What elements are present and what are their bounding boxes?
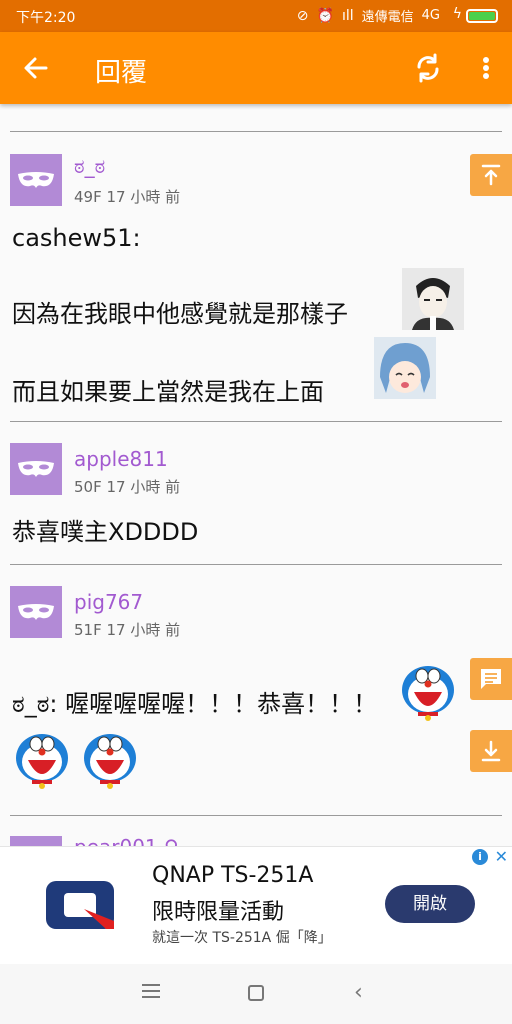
- signal-icon: ıll: [341, 7, 354, 24]
- menu-icon[interactable]: [142, 984, 160, 1002]
- ad-title: QNAP TS-251A: [152, 863, 314, 888]
- comment-icon: [481, 669, 501, 689]
- sticker-image: [402, 666, 454, 721]
- ad-subtitle: 限時限量活動: [152, 900, 285, 925]
- comment-button[interactable]: [470, 658, 512, 700]
- reply-feed[interactable]: ಠ_ಠ 49F 17 小時 前 cashew51: 因為在我眼中他感覺就是那樣子…: [0, 104, 512, 846]
- home-icon[interactable]: [248, 985, 264, 1001]
- data-off-icon: ⊘: [296, 7, 309, 24]
- avatar[interactable]: [10, 836, 62, 846]
- sticker-image: [16, 734, 68, 789]
- status-time: 下午2:20: [16, 10, 76, 26]
- divider: [10, 131, 502, 132]
- avatar[interactable]: [10, 154, 62, 206]
- post-meta: 50F 17 小時 前: [74, 478, 181, 496]
- status-bar: 下午2:20 ⊘ ⏰ ıll 遠傳電信 4G ϟ: [0, 0, 512, 32]
- arrow-to-top-icon: [481, 164, 501, 186]
- arrow-to-bottom-icon: [481, 740, 501, 762]
- post-text: 因為在我眼中他感覺就是那樣子: [12, 300, 348, 328]
- mask-icon: [18, 172, 54, 188]
- username[interactable]: apple811: [74, 447, 168, 471]
- mask-icon: [18, 461, 54, 477]
- app-bar: 回覆: [0, 32, 512, 104]
- sticker-image: [84, 734, 136, 789]
- system-nav-bar: ‹: [0, 964, 512, 1024]
- charging-icon: ϟ: [452, 6, 462, 22]
- post-text: 恭喜噗主XDDDD: [12, 518, 199, 546]
- post-text: 而且如果要上當然是我在上面: [12, 378, 324, 406]
- divider: [10, 421, 502, 422]
- username[interactable]: ಠ_ಠ: [74, 154, 105, 178]
- ad-description: 就這一次 TS-251A 倔「降」: [152, 930, 332, 946]
- back-button[interactable]: [18, 50, 54, 86]
- avatar[interactable]: [10, 443, 62, 495]
- more-vertical-icon: [483, 57, 489, 79]
- ad-info-icon[interactable]: i: [472, 849, 488, 865]
- battery-level: [469, 12, 495, 20]
- more-options-button[interactable]: [474, 50, 498, 86]
- divider: [10, 815, 502, 816]
- divider: [10, 564, 502, 565]
- scroll-to-bottom-button[interactable]: [470, 730, 512, 772]
- ad-open-button[interactable]: 開啟: [385, 885, 475, 923]
- ad-banner[interactable]: QNAP TS-251A 限時限量活動 就這一次 TS-251A 倔「降」 開啟…: [0, 846, 512, 964]
- qnap-logo: [46, 881, 114, 929]
- arrow-left-icon: [24, 57, 48, 79]
- post-meta: 51F 17 小時 前: [74, 621, 181, 639]
- page-title: 回覆: [95, 58, 148, 88]
- sticker-image: [402, 268, 464, 330]
- username[interactable]: pig767: [74, 590, 143, 614]
- sticker-image: [374, 337, 436, 399]
- alarm-icon: ⏰: [316, 7, 334, 24]
- post-text: ಠ_ಠ: 喔喔喔喔喔！！！恭喜！！！: [12, 690, 378, 718]
- status-icons: ⊘ ⏰ ıll 遠傳電信 4G: [296, 6, 440, 26]
- scroll-to-top-button[interactable]: [470, 154, 512, 196]
- avatar[interactable]: [10, 586, 62, 638]
- post-meta: 49F 17 小時 前: [74, 188, 181, 206]
- refresh-button[interactable]: [410, 50, 446, 86]
- refresh-icon: [417, 53, 439, 83]
- ad-close-icon[interactable]: ✕: [495, 847, 508, 866]
- battery-icon: [466, 9, 498, 23]
- mask-icon: [18, 604, 54, 620]
- network-label: 4G: [421, 8, 440, 23]
- back-icon[interactable]: ‹: [354, 980, 363, 1005]
- carrier-label: 遠傳電信: [361, 10, 414, 25]
- username[interactable]: pear001 ♀: [74, 835, 179, 846]
- post-text: cashew51:: [12, 224, 141, 252]
